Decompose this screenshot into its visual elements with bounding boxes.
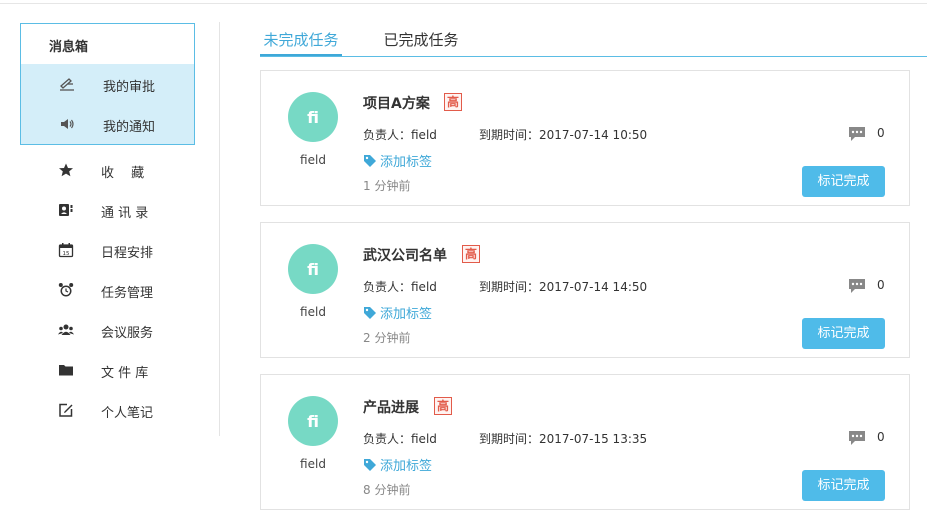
calendar-icon: 15 [58, 242, 74, 258]
sidebar-item-label: 我的审批 [103, 80, 156, 95]
tag-icon [364, 154, 376, 167]
mark-complete-button[interactable]: 标记完成 [802, 318, 885, 349]
alarm-clock-icon [58, 282, 74, 298]
sidebar-item-schedule[interactable]: 15 日程安排 [0, 230, 219, 270]
comment-icon[interactable] [848, 278, 866, 294]
task-card: fi field 项目A方案 高 负责人：field 到期时间：2017-07-… [260, 70, 910, 206]
priority-badge: 高 [434, 397, 452, 415]
tab-incomplete-tasks[interactable]: 未完成任务 [260, 20, 342, 57]
message-box: 消息箱 我的审批 我的通知 [20, 23, 195, 145]
task-card: fi field 产品进展 高 负责人：field 到期时间：2017-07-1… [260, 374, 910, 510]
sidebar-divider [219, 22, 220, 436]
task-tabs: 未完成任务 已完成任务 [260, 20, 927, 58]
add-tag-link[interactable]: 添加标签 [363, 303, 432, 322]
avatar-name: field [300, 457, 326, 471]
comment-icon[interactable] [848, 126, 866, 142]
group-icon [58, 322, 74, 338]
tag-icon [364, 458, 376, 471]
priority-badge: 高 [462, 245, 480, 263]
sidebar-item-label: 任务管理 [101, 286, 154, 301]
sidebar-item-meeting-service[interactable]: 会议服务 [0, 310, 219, 350]
comment-count: 0 [877, 430, 885, 444]
star-icon [58, 162, 74, 178]
task-time-ago: 2 分钟前 [363, 331, 411, 345]
sidebar: 消息箱 我的审批 我的通知 收 藏 通 讯 录 15 日程安排 任务管理 会议服… [0, 0, 220, 513]
folder-icon [58, 362, 74, 378]
contacts-icon [58, 202, 74, 218]
sidebar-item-personal-notes[interactable]: 个人笔记 [0, 390, 219, 430]
sidebar-item-my-notifications[interactable]: 我的通知 [21, 104, 194, 144]
task-owner: 负责人：field [363, 128, 437, 142]
task-owner: 负责人：field [363, 280, 437, 294]
sidebar-item-label: 我的通知 [103, 120, 156, 135]
sidebar-item-my-approvals[interactable]: 我的审批 [21, 64, 194, 104]
edit-note-icon [58, 402, 74, 418]
tabs-underline [260, 56, 927, 57]
mark-complete-button[interactable]: 标记完成 [802, 166, 885, 197]
tag-icon [364, 306, 376, 319]
sidebar-item-task-management[interactable]: 任务管理 [0, 270, 219, 310]
comment-icon[interactable] [848, 430, 866, 446]
avatar-name: field [300, 153, 326, 167]
task-due-time: 到期时间：2017-07-14 10:50 [479, 128, 648, 142]
tab-completed-tasks[interactable]: 已完成任务 [378, 20, 464, 57]
task-due-time: 到期时间：2017-07-14 14:50 [479, 280, 648, 294]
svg-text:15: 15 [63, 251, 70, 257]
speaker-icon [59, 116, 75, 132]
task-owner: 负责人：field [363, 432, 437, 446]
sidebar-item-label: 日程安排 [101, 246, 154, 261]
avatar: fi [288, 244, 338, 294]
task-time-ago: 1 分钟前 [363, 179, 411, 193]
task-title[interactable]: 项目A方案 [363, 93, 430, 113]
priority-badge: 高 [444, 93, 462, 111]
add-tag-label: 添加标签 [380, 307, 433, 322]
sidebar-item-label: 收 藏 [101, 166, 145, 181]
add-tag-link[interactable]: 添加标签 [363, 151, 432, 170]
task-title[interactable]: 产品进展 [363, 397, 419, 417]
task-card: fi field 武汉公司名单 高 负责人：field 到期时间：2017-07… [260, 222, 910, 358]
comment-count: 0 [877, 278, 885, 292]
comment-count: 0 [877, 126, 885, 140]
avatar: fi [288, 396, 338, 446]
task-title[interactable]: 武汉公司名单 [363, 245, 447, 265]
sidebar-item-label: 通 讯 录 [101, 206, 149, 221]
task-time-ago: 8 分钟前 [363, 483, 411, 497]
add-tag-link[interactable]: 添加标签 [363, 455, 432, 474]
sidebar-item-label: 个人笔记 [101, 406, 154, 421]
add-tag-label: 添加标签 [380, 459, 433, 474]
avatar: fi [288, 92, 338, 142]
sidebar-item-label: 会议服务 [101, 326, 154, 341]
sidebar-item-file-library[interactable]: 文 件 库 [0, 350, 219, 390]
message-box-title: 消息箱 [49, 40, 89, 55]
sidebar-item-label: 文 件 库 [101, 366, 149, 381]
add-tag-label: 添加标签 [380, 155, 433, 170]
approval-pen-icon [59, 76, 75, 92]
avatar-name: field [300, 305, 326, 319]
sidebar-item-contacts[interactable]: 通 讯 录 [0, 190, 219, 230]
task-due-time: 到期时间：2017-07-15 13:35 [479, 432, 648, 446]
mark-complete-button[interactable]: 标记完成 [802, 470, 885, 501]
sidebar-item-favorites[interactable]: 收 藏 [0, 150, 219, 190]
